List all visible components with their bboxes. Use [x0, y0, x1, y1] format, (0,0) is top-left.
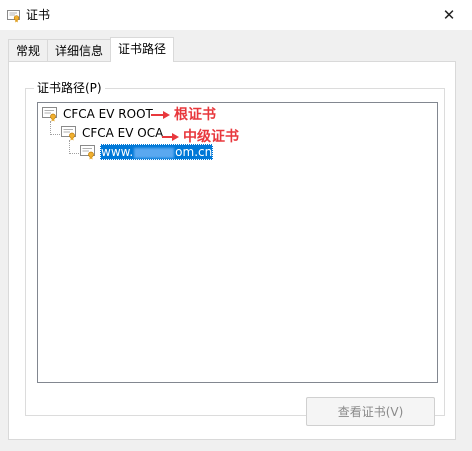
certificate-icon — [80, 145, 95, 160]
tree-node-root[interactable]: CFCA EV ROOT — [42, 105, 154, 123]
tree-node-intermediate[interactable]: CFCA EV OCA — [61, 124, 164, 142]
tab-strip: 常规 详细信息 证书路径 — [8, 37, 175, 62]
certificate-dialog: 证书 ✕ 常规 详细信息 证书路径 证书路径(P) CFCA EV ROOT C… — [0, 0, 472, 451]
arrow-right-icon — [151, 111, 170, 119]
window-title: 证书 — [26, 8, 51, 22]
tree-connector — [50, 121, 51, 135]
root-annotation-text: 根证书 — [174, 107, 216, 123]
tab-panel: 证书路径(P) CFCA EV ROOT CFCA EV OCA www. om… — [8, 61, 456, 440]
view-certificate-button[interactable]: 查看证书(V) — [306, 397, 435, 426]
cert-path-label: 证书路径(P) — [34, 80, 105, 96]
arrow-right-icon — [162, 133, 179, 141]
domain-suffix: om.cn — [175, 145, 213, 159]
title-bar: 证书 ✕ — [0, 0, 472, 30]
certificate-icon — [61, 126, 76, 141]
close-icon: ✕ — [442, 6, 456, 24]
close-button[interactable]: ✕ — [426, 0, 472, 30]
selected-node-label: www. om.cn — [100, 144, 214, 160]
tab-details[interactable]: 详细信息 — [47, 39, 112, 61]
tab-general[interactable]: 常规 — [8, 39, 49, 61]
intermediate-annotation: 中级证书 — [162, 128, 239, 146]
certificate-icon — [42, 107, 57, 122]
domain-prefix: www. — [101, 145, 134, 159]
redacted-region — [134, 147, 175, 158]
certificate-icon — [7, 10, 20, 23]
tree-node-label: CFCA EV OCA — [82, 126, 164, 140]
intermediate-annotation-text: 中级证书 — [183, 129, 239, 145]
tree-connector — [69, 140, 70, 154]
tree-connector — [69, 153, 79, 154]
root-annotation: 根证书 — [151, 106, 216, 124]
tree-node-label: CFCA EV ROOT — [63, 107, 153, 121]
tree-connector — [50, 134, 60, 135]
tab-certification-path[interactable]: 证书路径 — [110, 37, 175, 62]
